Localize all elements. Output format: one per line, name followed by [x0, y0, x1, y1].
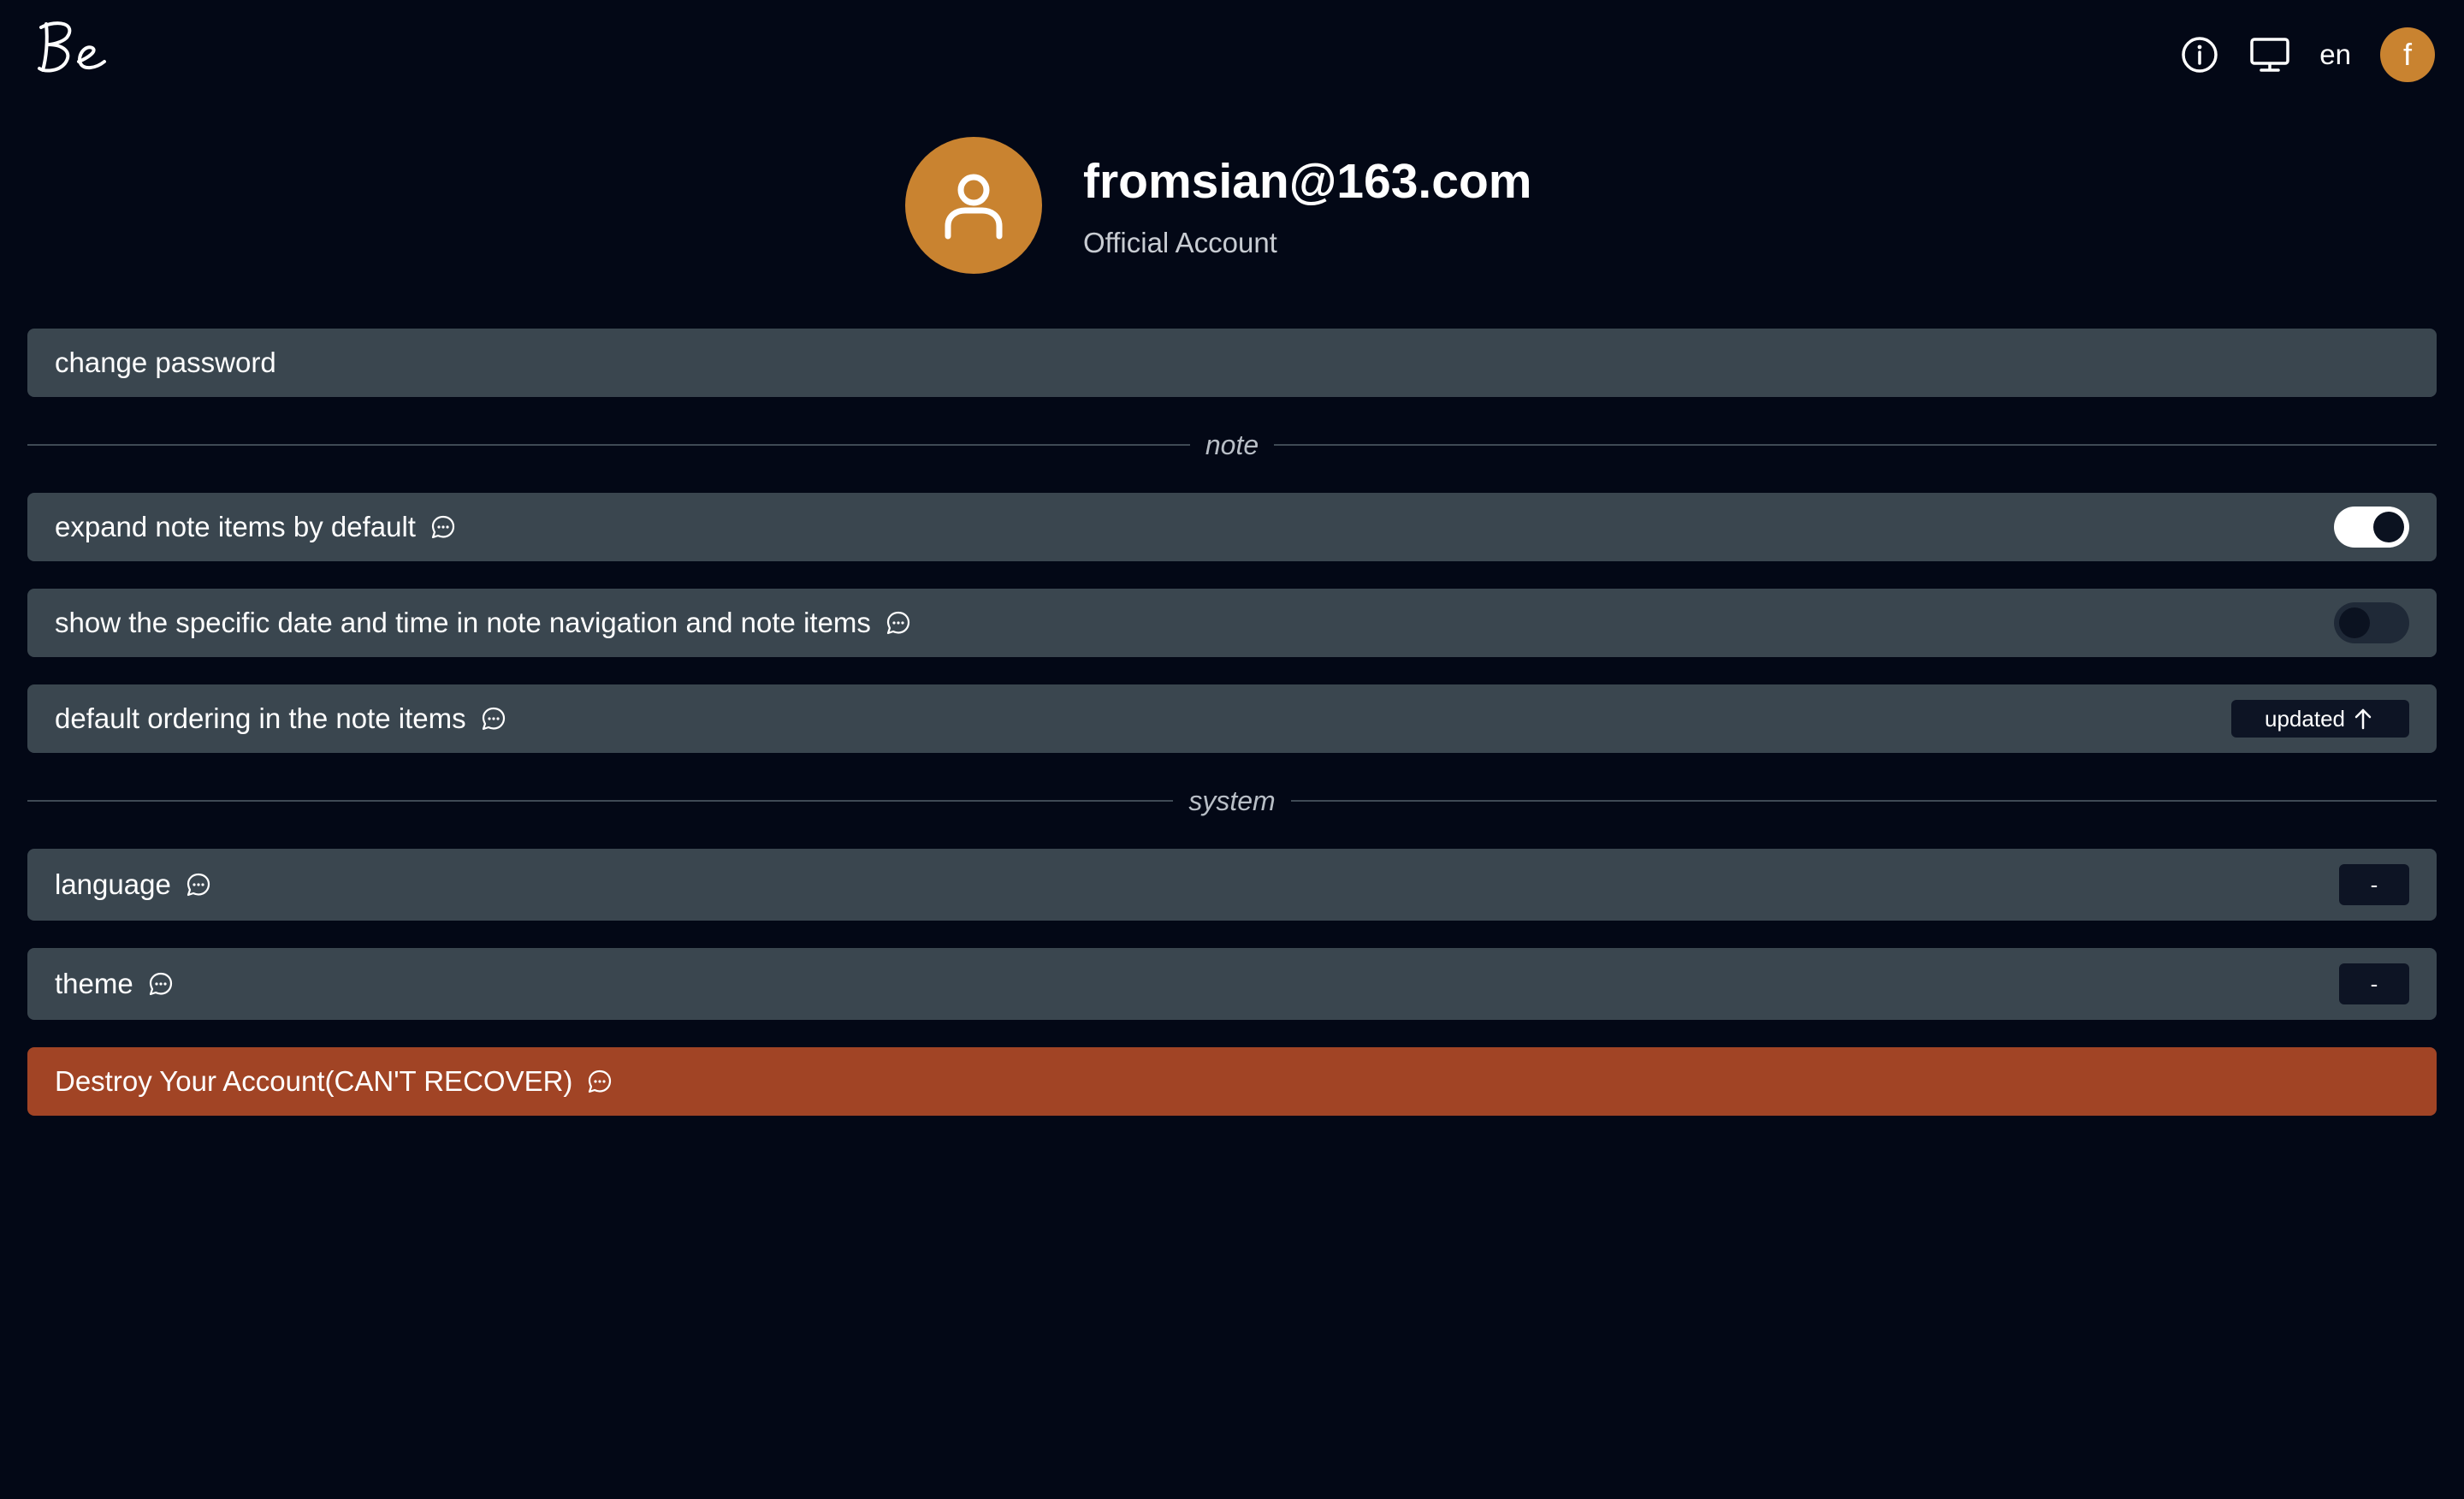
monitor-icon[interactable] — [2249, 34, 2290, 75]
setting-label: theme — [55, 968, 133, 999]
setting-expand-note-items: expand note items by default — [27, 493, 2437, 561]
setting-label: expand note items by default — [55, 511, 416, 542]
ordering-select-button[interactable]: updated — [2231, 700, 2409, 738]
arrow-up-icon — [2354, 708, 2372, 730]
setting-label: show the specific date and time in note … — [55, 607, 871, 638]
change-password-button[interactable]: change password — [27, 329, 2437, 397]
setting-language: language - — [27, 849, 2437, 921]
setting-show-date-time: show the specific date and time in note … — [27, 589, 2437, 657]
section-title-note: note — [1205, 429, 1259, 460]
profile-header: fromsian@163.com Official Account — [905, 137, 1531, 274]
comment-icon[interactable] — [147, 970, 175, 998]
setting-default-ordering: default ordering in the note items updat… — [27, 684, 2437, 753]
profile-role: Official Account — [1083, 227, 1277, 258]
language-select-button[interactable]: - — [2339, 864, 2409, 905]
destroy-account-button[interactable]: Destroy Your Account(CAN'T RECOVER) — [27, 1047, 2437, 1116]
language-switcher[interactable]: en — [2319, 39, 2351, 71]
top-actions: en f — [2179, 26, 2435, 84]
change-password-label: change password — [55, 347, 276, 378]
theme-select-button[interactable]: - — [2339, 963, 2409, 1004]
top-bar: en f — [0, 0, 2464, 110]
comment-icon[interactable] — [586, 1068, 613, 1095]
ordering-value: updated — [2265, 705, 2345, 732]
app-logo[interactable] — [33, 15, 110, 84]
profile-avatar — [905, 137, 1042, 274]
setting-label: default ordering in the note items — [55, 702, 466, 734]
comment-icon[interactable] — [429, 513, 457, 541]
comment-icon[interactable] — [480, 705, 507, 732]
info-icon[interactable] — [2179, 34, 2220, 75]
user-avatar-button[interactable]: f — [2380, 27, 2435, 82]
destroy-account-label: Destroy Your Account(CAN'T RECOVER) — [55, 1065, 573, 1097]
section-divider-system: system — [27, 784, 2437, 818]
show-date-time-toggle[interactable] — [2334, 602, 2409, 643]
profile-email: fromsian@163.com — [1083, 154, 1532, 209]
user-icon — [945, 174, 1003, 240]
comment-icon[interactable] — [885, 609, 912, 637]
expand-note-items-toggle[interactable] — [2334, 507, 2409, 548]
setting-label: language — [55, 868, 171, 900]
setting-theme: theme - — [27, 948, 2437, 1020]
comment-icon[interactable] — [185, 871, 212, 898]
section-title-system: system — [1188, 785, 1276, 816]
section-divider-note: note — [27, 428, 2437, 462]
